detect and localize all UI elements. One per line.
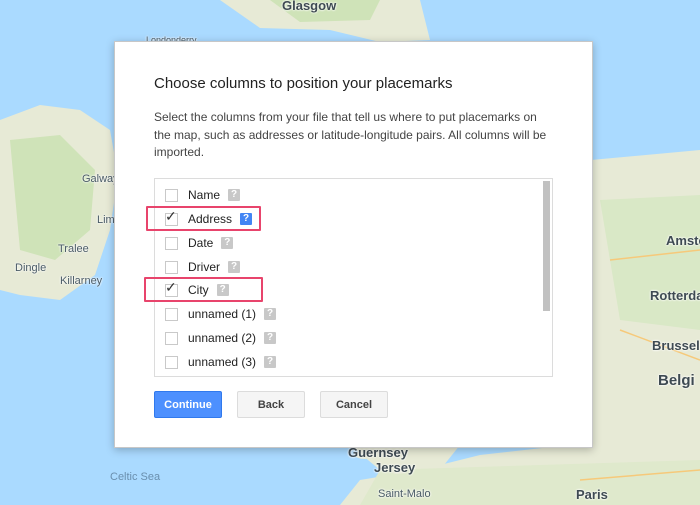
map-label-killarney: Killarney	[60, 275, 103, 287]
map-label-tralee: Tralee	[58, 243, 89, 255]
back-button[interactable]: Back	[237, 391, 305, 418]
column-label: Driver	[188, 260, 220, 274]
map-label-glasgow: Glasgow	[282, 0, 337, 13]
help-icon[interactable]: ?	[240, 213, 253, 225]
checkmark-icon: ✓	[165, 207, 177, 224]
column-row-unnamed-3[interactable]: unnamed (3) ?	[155, 352, 535, 372]
map-label-jersey: Jersey	[374, 460, 416, 475]
map-label-amsterdam: Amste	[666, 233, 700, 248]
map-label-celtic-sea: Celtic Sea	[110, 471, 161, 483]
map-label-brussels: Brussels	[652, 338, 700, 353]
map-label-belgium: Belgi	[658, 372, 695, 389]
checkbox-driver[interactable]	[165, 260, 178, 274]
map-label-rotterdam: Rotterdar	[650, 288, 700, 303]
map-label-dingle: Dingle	[15, 262, 47, 274]
checkbox-name[interactable]	[165, 188, 178, 202]
help-icon[interactable]: ?	[264, 308, 277, 320]
help-icon[interactable]: ?	[228, 261, 240, 273]
checkbox-unnamed-1[interactable]	[165, 307, 178, 321]
help-icon[interactable]: ?	[216, 284, 229, 296]
column-row-driver[interactable]: Driver ?	[155, 257, 535, 277]
column-label: Name	[188, 188, 221, 202]
column-label: unnamed (2)	[188, 331, 257, 345]
column-row-address[interactable]: ✓ Address ?	[155, 209, 535, 229]
column-label: Date	[188, 236, 214, 250]
column-label: Address	[188, 212, 233, 226]
checkbox-unnamed-2[interactable]	[165, 331, 178, 345]
column-list[interactable]: Name ? ✓ Address ? Date ? Driver ? ✓ Cit…	[154, 178, 553, 377]
checkbox-date[interactable]	[165, 236, 178, 250]
scrollbar[interactable]	[540, 179, 552, 376]
column-row-city[interactable]: ✓ City ?	[155, 280, 535, 300]
help-icon[interactable]: ?	[264, 332, 277, 344]
checkbox-unnamed-3[interactable]	[165, 355, 178, 369]
checkbox-city[interactable]: ✓	[165, 280, 178, 297]
scrollbar-thumb[interactable]	[543, 181, 550, 311]
column-row-unnamed-2[interactable]: unnamed (2) ?	[155, 328, 535, 348]
help-icon[interactable]: ?	[264, 356, 277, 368]
dialog-description: Select the columns from your file that t…	[154, 110, 547, 159]
cancel-button[interactable]: Cancel	[320, 391, 388, 418]
checkmark-icon: ✓	[165, 278, 177, 295]
column-label: unnamed (3)	[188, 355, 257, 369]
checkbox-address[interactable]: ✓	[165, 209, 178, 226]
column-row-date[interactable]: Date ?	[155, 233, 535, 253]
help-icon[interactable]: ?	[228, 189, 241, 201]
column-row-unnamed-1[interactable]: unnamed (1) ?	[155, 304, 535, 324]
column-label: unnamed (1)	[188, 307, 257, 321]
continue-button[interactable]: Continue	[154, 391, 222, 418]
map-label-saint-malo: Saint-Malo	[378, 488, 431, 500]
column-row-name[interactable]: Name ?	[155, 185, 535, 205]
dialog-title: Choose columns to position your placemar…	[154, 75, 453, 92]
map-label-limerick: Lim	[97, 214, 115, 226]
map-label-paris: Paris	[576, 487, 608, 502]
column-label: City	[188, 283, 209, 297]
import-dialog: Choose columns to position your placemar…	[114, 41, 593, 448]
help-icon[interactable]: ?	[221, 237, 234, 249]
